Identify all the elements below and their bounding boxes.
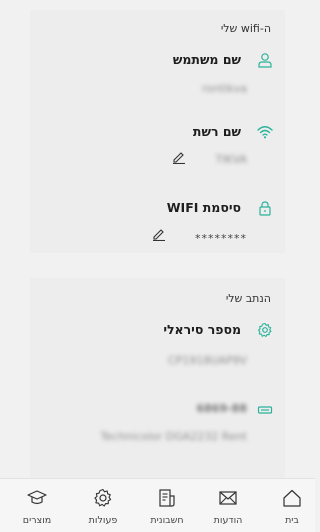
nav-products-label: מוצרים bbox=[22, 515, 52, 526]
edit-network-icon[interactable] bbox=[172, 150, 186, 164]
model-name: Technicolor DGA2232 Rent bbox=[100, 430, 247, 443]
network-label: שם רשת bbox=[192, 124, 241, 139]
router-icon bbox=[257, 406, 273, 414]
wifi-card: ה-wifi שלי שם משתמש rontikva שם רשת TIKV… bbox=[30, 10, 285, 253]
router-card-title: הנתב שלי bbox=[225, 292, 271, 305]
home-icon bbox=[283, 489, 301, 507]
invoice-icon bbox=[159, 489, 175, 507]
model-number: 6869-88 bbox=[196, 402, 248, 415]
nav-messages[interactable]: הודעות bbox=[198, 479, 258, 532]
nav-actions[interactable]: פעולות bbox=[73, 479, 133, 532]
serial-value: CP1918UAP9V bbox=[167, 354, 247, 367]
nav-billing-label: חשבונית bbox=[150, 515, 184, 526]
lock-icon bbox=[259, 201, 271, 216]
nav-products[interactable]: מוצרים bbox=[7, 479, 67, 532]
user-icon bbox=[258, 53, 272, 68]
gear-icon bbox=[94, 488, 112, 507]
edit-password-icon[interactable] bbox=[152, 227, 166, 241]
password-value: ******** bbox=[195, 232, 247, 245]
router-card: הנתב שלי מספר סיראלי CP1918UAP9V 6869-88… bbox=[30, 278, 285, 478]
nav-messages-label: הודעות bbox=[213, 515, 243, 526]
graduation-cap-icon bbox=[27, 490, 47, 505]
network-value: TIKVA bbox=[215, 153, 247, 166]
mail-icon bbox=[219, 491, 237, 505]
wifi-card-title: ה-wifi שלי bbox=[220, 22, 271, 35]
gear-icon bbox=[257, 322, 272, 338]
username-value: rontikva bbox=[202, 82, 247, 95]
wifi-icon bbox=[257, 126, 273, 139]
password-label: סיסמת WIFI bbox=[166, 200, 241, 215]
nav-home[interactable]: בית bbox=[262, 479, 320, 532]
serial-label: מספר סיראלי bbox=[163, 322, 241, 337]
username-label: שם משתמש bbox=[172, 52, 241, 67]
bottom-nav: מוצרים פעולות חשבונית הודעות בית bbox=[0, 478, 315, 532]
nav-home-label: בית bbox=[285, 515, 299, 526]
nav-billing[interactable]: חשבונית bbox=[137, 479, 197, 532]
nav-actions-label: פעולות bbox=[88, 515, 118, 526]
